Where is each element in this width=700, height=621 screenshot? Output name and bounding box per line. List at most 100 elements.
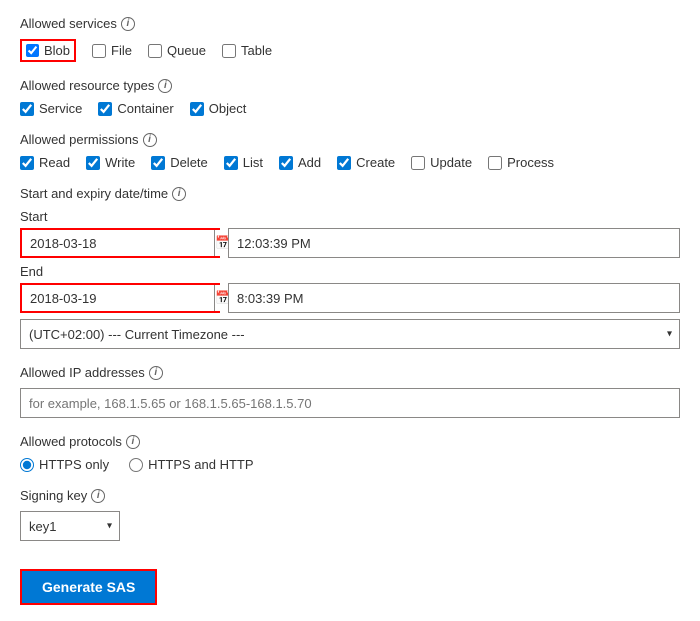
- https-only-radio[interactable]: [20, 458, 34, 472]
- list-checkbox-item: List: [224, 155, 263, 170]
- allowed-services-title: Allowed services i: [20, 16, 680, 31]
- blob-label[interactable]: Blob: [44, 43, 70, 58]
- write-label[interactable]: Write: [105, 155, 135, 170]
- signing-key-select[interactable]: key1 key2: [20, 511, 120, 541]
- signing-key-section: Signing key i key1 key2 ▾: [20, 488, 680, 541]
- start-expiry-info-icon[interactable]: i: [172, 187, 186, 201]
- allowed-ip-input[interactable]: [20, 388, 680, 418]
- service-label[interactable]: Service: [39, 101, 82, 116]
- service-checkbox-item: Service: [20, 101, 82, 116]
- delete-checkbox-item: Delete: [151, 155, 208, 170]
- list-label[interactable]: List: [243, 155, 263, 170]
- start-expiry-title: Start and expiry date/time i: [20, 186, 680, 201]
- process-label[interactable]: Process: [507, 155, 554, 170]
- allowed-resource-types-title: Allowed resource types i: [20, 78, 680, 93]
- signing-key-wrapper: key1 key2 ▾: [20, 511, 120, 541]
- allowed-resource-types-label: Allowed resource types: [20, 78, 154, 93]
- end-date-time-row: 📅: [20, 283, 680, 313]
- generate-sas-button[interactable]: Generate SAS: [22, 571, 155, 603]
- create-label[interactable]: Create: [356, 155, 395, 170]
- add-checkbox[interactable]: [279, 156, 293, 170]
- create-checkbox-item: Create: [337, 155, 395, 170]
- container-label[interactable]: Container: [117, 101, 173, 116]
- timezone-wrapper: (UTC+02:00) --- Current Timezone --- ▾: [20, 319, 680, 349]
- allowed-permissions-checkboxes: Read Write Delete List Add Create Update: [20, 155, 680, 170]
- blob-checkbox[interactable]: [26, 44, 39, 57]
- end-time-input[interactable]: [228, 283, 680, 313]
- end-date-input[interactable]: [22, 285, 214, 311]
- generate-sas-button-wrapper: Generate SAS: [20, 569, 157, 605]
- process-checkbox-item: Process: [488, 155, 554, 170]
- signing-key-label: Signing key: [20, 488, 87, 503]
- object-checkbox[interactable]: [190, 102, 204, 116]
- read-checkbox[interactable]: [20, 156, 34, 170]
- signing-key-title: Signing key i: [20, 488, 680, 503]
- read-label[interactable]: Read: [39, 155, 70, 170]
- allowed-permissions-label: Allowed permissions: [20, 132, 139, 147]
- allowed-ip-info-icon[interactable]: i: [149, 366, 163, 380]
- end-date-wrapper: 📅: [20, 283, 220, 313]
- update-label[interactable]: Update: [430, 155, 472, 170]
- allowed-services-section: Allowed services i Blob File Queue Table: [20, 16, 680, 62]
- allowed-resource-types-info-icon[interactable]: i: [158, 79, 172, 93]
- https-http-radio-item: HTTPS and HTTP: [129, 457, 253, 472]
- allowed-protocols-label: Allowed protocols: [20, 434, 122, 449]
- allowed-resource-types-section: Allowed resource types i Service Contain…: [20, 78, 680, 116]
- file-checkbox[interactable]: [92, 44, 106, 58]
- start-date-wrapper: 📅: [20, 228, 220, 258]
- queue-label[interactable]: Queue: [167, 43, 206, 58]
- allowed-protocols-section: Allowed protocols i HTTPS only HTTPS and…: [20, 434, 680, 472]
- queue-checkbox-item: Queue: [148, 43, 206, 58]
- start-date-time-row: 📅: [20, 228, 680, 258]
- table-checkbox[interactable]: [222, 44, 236, 58]
- start-expiry-section: Start and expiry date/time i Start 📅 End…: [20, 186, 680, 349]
- allowed-ip-section: Allowed IP addresses i: [20, 365, 680, 418]
- allowed-protocols-radios: HTTPS only HTTPS and HTTP: [20, 457, 680, 472]
- timezone-select[interactable]: (UTC+02:00) --- Current Timezone ---: [20, 319, 680, 349]
- table-checkbox-item: Table: [222, 43, 272, 58]
- list-checkbox[interactable]: [224, 156, 238, 170]
- allowed-ip-label: Allowed IP addresses: [20, 365, 145, 380]
- https-only-radio-item: HTTPS only: [20, 457, 109, 472]
- add-checkbox-item: Add: [279, 155, 321, 170]
- file-checkbox-item: File: [92, 43, 132, 58]
- https-http-label[interactable]: HTTPS and HTTP: [148, 457, 253, 472]
- delete-label[interactable]: Delete: [170, 155, 208, 170]
- container-checkbox-item: Container: [98, 101, 173, 116]
- queue-checkbox[interactable]: [148, 44, 162, 58]
- allowed-permissions-info-icon[interactable]: i: [143, 133, 157, 147]
- table-label[interactable]: Table: [241, 43, 272, 58]
- service-checkbox[interactable]: [20, 102, 34, 116]
- https-only-label[interactable]: HTTPS only: [39, 457, 109, 472]
- allowed-protocols-info-icon[interactable]: i: [126, 435, 140, 449]
- object-checkbox-item: Object: [190, 101, 247, 116]
- allowed-permissions-title: Allowed permissions i: [20, 132, 680, 147]
- object-label[interactable]: Object: [209, 101, 247, 116]
- process-checkbox[interactable]: [488, 156, 502, 170]
- end-field-label: End: [20, 264, 680, 279]
- delete-checkbox[interactable]: [151, 156, 165, 170]
- add-label[interactable]: Add: [298, 155, 321, 170]
- allowed-services-info-icon[interactable]: i: [121, 17, 135, 31]
- write-checkbox-item: Write: [86, 155, 135, 170]
- allowed-services-label: Allowed services: [20, 16, 117, 31]
- https-http-radio[interactable]: [129, 458, 143, 472]
- allowed-ip-title: Allowed IP addresses i: [20, 365, 680, 380]
- start-date-input[interactable]: [22, 230, 214, 256]
- container-checkbox[interactable]: [98, 102, 112, 116]
- read-checkbox-item: Read: [20, 155, 70, 170]
- start-time-input[interactable]: [228, 228, 680, 258]
- start-expiry-label: Start and expiry date/time: [20, 186, 168, 201]
- allowed-permissions-section: Allowed permissions i Read Write Delete …: [20, 132, 680, 170]
- start-field-label: Start: [20, 209, 680, 224]
- update-checkbox-item: Update: [411, 155, 472, 170]
- blob-checkbox-wrapper: Blob: [20, 39, 76, 62]
- allowed-services-checkboxes: Blob File Queue Table: [20, 39, 680, 62]
- allowed-protocols-title: Allowed protocols i: [20, 434, 680, 449]
- file-label[interactable]: File: [111, 43, 132, 58]
- create-checkbox[interactable]: [337, 156, 351, 170]
- signing-key-info-icon[interactable]: i: [91, 489, 105, 503]
- update-checkbox[interactable]: [411, 156, 425, 170]
- write-checkbox[interactable]: [86, 156, 100, 170]
- allowed-resource-types-checkboxes: Service Container Object: [20, 101, 680, 116]
